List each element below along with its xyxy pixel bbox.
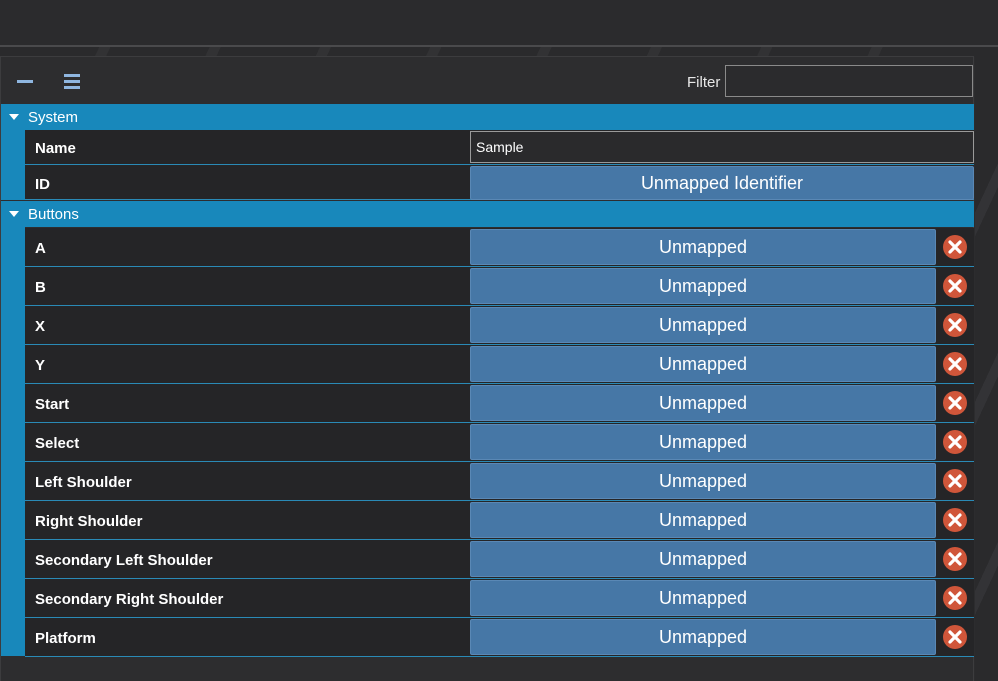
clear-icon bbox=[943, 586, 967, 610]
button-row: Select Unmapped bbox=[25, 423, 974, 462]
button-row: Platform Unmapped bbox=[25, 618, 974, 657]
mapping-button[interactable]: Unmapped bbox=[470, 580, 936, 616]
row-label: Name bbox=[35, 140, 76, 157]
mapping-button[interactable]: Unmapped bbox=[470, 268, 936, 304]
clear-mapping-button[interactable] bbox=[942, 468, 968, 494]
collapse-all-icon bbox=[17, 80, 33, 83]
expand-all-icon bbox=[64, 74, 80, 89]
clear-mapping-button[interactable] bbox=[942, 429, 968, 455]
clear-mapping-button[interactable] bbox=[942, 234, 968, 260]
row-id: ID Unmapped Identifier bbox=[25, 165, 974, 200]
background-edge bbox=[975, 47, 998, 681]
name-field[interactable]: Sample bbox=[470, 131, 974, 163]
section-header-system[interactable]: System bbox=[1, 104, 974, 130]
button-row: Right Shoulder Unmapped bbox=[25, 501, 974, 540]
section-gutter-system bbox=[1, 130, 25, 200]
button-row: A Unmapped bbox=[25, 228, 974, 267]
clear-icon bbox=[943, 508, 967, 532]
mapping-button[interactable]: Unmapped bbox=[470, 502, 936, 538]
row-label: ID bbox=[35, 176, 50, 193]
clear-mapping-button[interactable] bbox=[942, 507, 968, 533]
toolbar: Filter bbox=[1, 57, 974, 105]
clear-mapping-button[interactable] bbox=[942, 273, 968, 299]
mapping-button[interactable]: Unmapped bbox=[470, 307, 936, 343]
mapping-button[interactable]: Unmapped bbox=[470, 229, 936, 265]
row-label: Platform bbox=[35, 630, 96, 647]
clear-icon bbox=[943, 625, 967, 649]
clear-mapping-button[interactable] bbox=[942, 351, 968, 377]
section-title-system: System bbox=[28, 109, 79, 126]
chevron-down-icon bbox=[9, 114, 19, 120]
expand-all-button[interactable] bbox=[61, 71, 83, 93]
id-mapping-button[interactable]: Unmapped Identifier bbox=[470, 166, 974, 200]
button-row: Y Unmapped bbox=[25, 345, 974, 384]
chevron-down-icon bbox=[9, 211, 19, 217]
button-row: Start Unmapped bbox=[25, 384, 974, 423]
clear-mapping-button[interactable] bbox=[942, 546, 968, 572]
mapping-button[interactable]: Unmapped bbox=[470, 346, 936, 382]
section-header-buttons[interactable]: Buttons bbox=[1, 201, 974, 227]
clear-icon bbox=[943, 547, 967, 571]
row-label: Select bbox=[35, 435, 80, 452]
mapping-button[interactable]: Unmapped bbox=[470, 424, 936, 460]
row-label: Start bbox=[35, 396, 70, 413]
clear-icon bbox=[943, 313, 967, 337]
row-label: Secondary Right Shoulder bbox=[35, 591, 224, 608]
row-label: A bbox=[35, 240, 46, 257]
row-label: B bbox=[35, 279, 46, 296]
clear-mapping-button[interactable] bbox=[942, 585, 968, 611]
clear-icon bbox=[943, 391, 967, 415]
mapping-button[interactable]: Unmapped bbox=[470, 385, 936, 421]
filter-label: Filter bbox=[687, 74, 721, 91]
clear-mapping-button[interactable] bbox=[942, 624, 968, 650]
input-mapping-panel: Filter System Name Sample ID Unmapped Id… bbox=[0, 56, 974, 681]
clear-icon bbox=[943, 352, 967, 376]
button-row: Left Shoulder Unmapped bbox=[25, 462, 974, 501]
clear-mapping-button[interactable] bbox=[942, 312, 968, 338]
row-label: X bbox=[35, 318, 46, 335]
row-label: Right Shoulder bbox=[35, 513, 143, 530]
button-row: X Unmapped bbox=[25, 306, 974, 345]
button-row: Secondary Left Shoulder Unmapped bbox=[25, 540, 974, 579]
section-title-buttons: Buttons bbox=[28, 206, 79, 223]
clear-icon bbox=[943, 274, 967, 298]
clear-mapping-button[interactable] bbox=[942, 390, 968, 416]
filter-input[interactable] bbox=[725, 65, 973, 97]
mapping-button[interactable]: Unmapped bbox=[470, 541, 936, 577]
mapping-button[interactable]: Unmapped bbox=[470, 619, 936, 655]
clear-icon bbox=[943, 235, 967, 259]
clear-icon bbox=[943, 430, 967, 454]
row-label: Left Shoulder bbox=[35, 474, 132, 491]
button-row: B Unmapped bbox=[25, 267, 974, 306]
row-name: Name Sample bbox=[25, 130, 974, 165]
mapping-button[interactable]: Unmapped bbox=[470, 463, 936, 499]
button-row: Secondary Right Shoulder Unmapped bbox=[25, 579, 974, 618]
collapse-all-button[interactable] bbox=[15, 71, 37, 93]
top-bar bbox=[0, 0, 998, 45]
section-gutter-buttons bbox=[1, 227, 25, 656]
row-label: Secondary Left Shoulder bbox=[35, 552, 213, 569]
row-label: Y bbox=[35, 357, 46, 374]
clear-icon bbox=[943, 469, 967, 493]
